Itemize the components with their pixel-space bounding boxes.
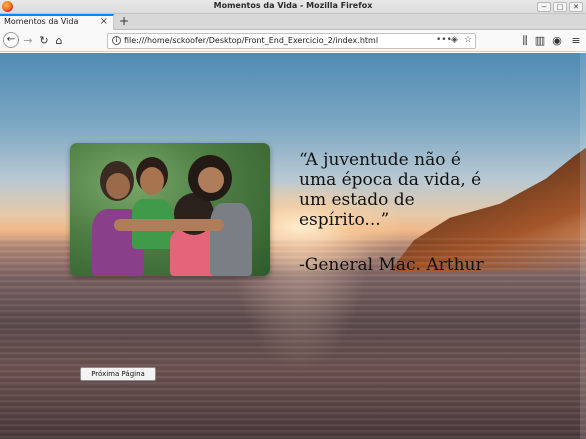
minimize-button[interactable]: − — [537, 2, 551, 12]
bookmark-star-icon[interactable]: ☆ — [464, 35, 472, 45]
url-text[interactable]: file:///home/sckoofer/Desktop/Front_End_… — [124, 36, 378, 45]
library-icon[interactable]: ⫼ — [518, 34, 532, 48]
back-button[interactable]: ← — [3, 32, 19, 48]
tab-label: Momentos da Vida — [4, 17, 79, 26]
info-icon[interactable]: i — [112, 36, 121, 45]
sidebar-icon[interactable]: ▥ — [533, 34, 547, 48]
forward-button[interactable]: → — [21, 34, 35, 48]
window-title: Momentos da Vida - Mozilla Firefox — [213, 1, 373, 10]
url-bar[interactable]: i file:///home/sckoofer/Desktop/Front_En… — [107, 33, 476, 49]
navigation-toolbar: ← → ↻ ⌂ i file:///home/sckoofer/Desktop/… — [0, 30, 586, 52]
menu-icon[interactable]: ≡ — [569, 34, 583, 48]
home-button[interactable]: ⌂ — [52, 34, 66, 48]
pocket-icon[interactable]: ◈ — [451, 35, 458, 45]
quote-text: “A juventude não é uma época da vida, é … — [299, 150, 482, 230]
children-hugging-photo — [70, 143, 270, 276]
page-scrollbar[interactable] — [580, 53, 586, 439]
next-page-button[interactable]: Próxima Página — [80, 367, 156, 381]
tab-close-icon[interactable]: × — [100, 16, 108, 27]
new-tab-button[interactable]: + — [118, 14, 130, 29]
page-actions-icon[interactable]: ••• — [436, 35, 452, 45]
quote-author: -General Mac. Arthur — [299, 255, 484, 275]
close-window-button[interactable]: ✕ — [569, 2, 583, 12]
maximize-button[interactable]: □ — [553, 2, 567, 12]
tab-strip: Momentos da Vida × + — [0, 14, 586, 30]
window-controls: − □ ✕ — [537, 2, 583, 12]
tab-momentos-da-vida[interactable]: Momentos da Vida × — [0, 14, 114, 30]
account-icon[interactable]: ◉ — [550, 34, 564, 48]
window-titlebar: Momentos da Vida - Mozilla Firefox − □ ✕ — [0, 0, 586, 14]
reload-button[interactable]: ↻ — [37, 34, 51, 48]
page-viewport: “A juventude não é uma época da vida, é … — [0, 53, 586, 439]
